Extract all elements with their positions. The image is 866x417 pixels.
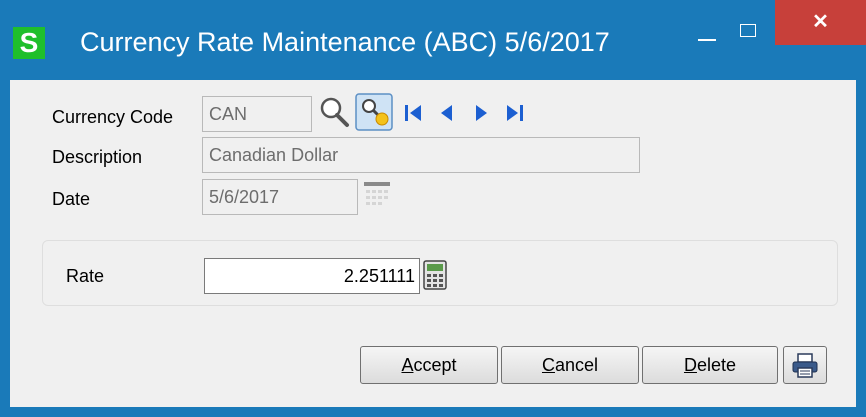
first-record-icon[interactable] [402, 102, 424, 124]
minimize-button[interactable] [690, 18, 730, 58]
form-body: Currency Code CAN Description Canadian D… [10, 80, 856, 407]
next-record-icon[interactable] [470, 102, 492, 124]
printer-icon [792, 353, 818, 378]
rate-input[interactable]: 2.251111 [204, 258, 420, 294]
currency-rate-window: S Currency Rate Maintenance (ABC) 5/6/20… [0, 0, 866, 417]
app-logo-icon: S [13, 27, 45, 59]
lookup-wizard-icon[interactable] [355, 93, 393, 131]
calendar-icon[interactable] [361, 180, 395, 210]
close-button[interactable]: ✕ [775, 0, 866, 45]
rate-label: Rate [66, 266, 105, 286]
description-label: Description [52, 147, 143, 167]
accept-label: ccept [413, 355, 457, 375]
accept-mnemonic: A [401, 355, 414, 375]
date-label: Date [52, 189, 91, 209]
window-title: Currency Rate Maintenance (ABC) 5/6/2017 [80, 27, 610, 57]
currency-code-field[interactable]: CAN [202, 96, 312, 132]
description-field[interactable]: Canadian Dollar [202, 137, 640, 173]
delete-button[interactable]: Delete [642, 346, 778, 384]
maximize-button[interactable] [734, 18, 764, 48]
last-record-icon[interactable] [504, 102, 526, 124]
print-button[interactable] [783, 346, 827, 384]
cancel-button[interactable]: Cancel [501, 346, 639, 384]
currency-code-label: Currency Code [52, 107, 174, 127]
date-field[interactable]: 5/6/2017 [202, 179, 358, 215]
accept-button[interactable]: Accept [360, 346, 498, 384]
delete-mnemonic: D [683, 355, 697, 375]
previous-record-icon[interactable] [436, 102, 458, 124]
delete-label: elete [696, 355, 737, 375]
cancel-mnemonic: C [541, 355, 555, 375]
magnifier-icon[interactable] [316, 94, 352, 130]
cancel-label: ancel [554, 355, 599, 375]
title-bar[interactable]: S Currency Rate Maintenance (ABC) 5/6/20… [0, 0, 866, 80]
calculator-icon[interactable] [422, 259, 448, 291]
